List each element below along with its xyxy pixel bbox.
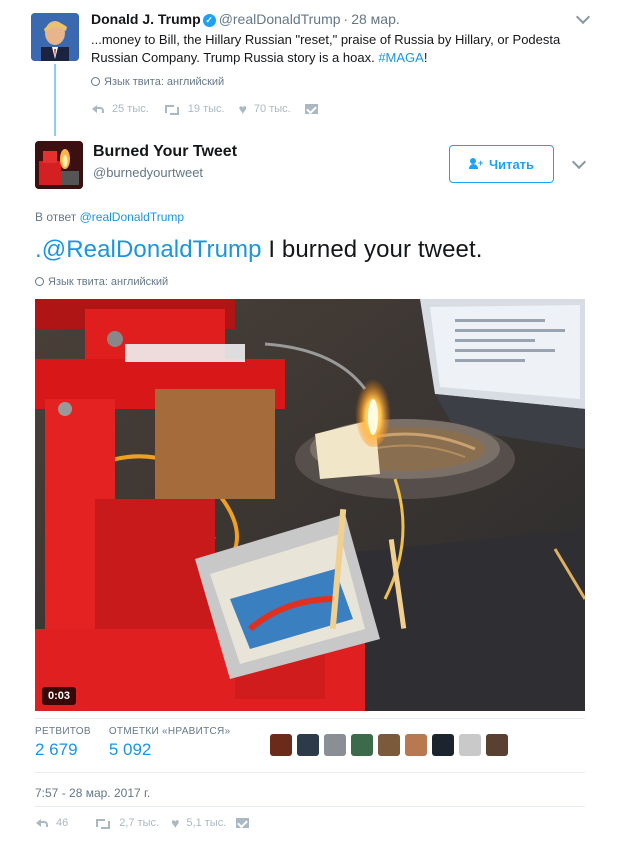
- direct-message-button[interactable]: [304, 104, 325, 114]
- reply-button[interactable]: 46: [36, 817, 68, 829]
- envelope-icon: [304, 104, 318, 114]
- liker-avatar[interactable]: [432, 734, 454, 756]
- tweet-text-end: !: [423, 50, 428, 65]
- language-label: Язык твита: английский: [48, 276, 169, 288]
- heart-icon: ♥: [238, 101, 247, 117]
- globe-icon: [91, 77, 100, 86]
- video-duration-badge: 0:03: [42, 687, 77, 705]
- envelope-icon: [236, 818, 250, 828]
- likes-count: 5 092: [108, 740, 152, 759]
- divider: [35, 718, 585, 719]
- language-note: Язык твита: английский: [35, 276, 168, 288]
- verified-icon: ✓: [202, 14, 216, 27]
- liker-avatar[interactable]: [486, 734, 508, 756]
- retweet-count: 2,7 тыс.: [119, 817, 160, 829]
- chevron-down-icon[interactable]: [571, 154, 587, 170]
- reply-to-link[interactable]: @realDonaldTrump: [80, 210, 184, 224]
- thread-line: [54, 64, 56, 136]
- retweet-button[interactable]: 19 тыс.: [163, 103, 225, 115]
- liker-avatar[interactable]: [270, 734, 292, 756]
- direct-message-button[interactable]: [236, 818, 256, 828]
- retweet-icon: [163, 104, 181, 115]
- liker-avatar[interactable]: [351, 734, 373, 756]
- globe-icon: [35, 277, 44, 286]
- tweet-date[interactable]: 28 мар.: [351, 11, 400, 27]
- chevron-down-icon[interactable]: [575, 9, 591, 25]
- reply-button[interactable]: 25 тыс.: [92, 103, 149, 115]
- liker-avatar[interactable]: [297, 734, 319, 756]
- mention-link[interactable]: .@RealDonaldTrump: [35, 236, 262, 263]
- avatar[interactable]: [31, 13, 79, 61]
- video-duration: 0:03: [48, 690, 71, 702]
- video-player[interactable]: [35, 299, 585, 711]
- reply-count: 46: [56, 817, 69, 829]
- likes-stat[interactable]: ОТМЕТКИ «НРАВИТСЯ» 5 092: [109, 726, 231, 760]
- tweet-page: Donald J. Trump ✓ @realDonaldTrump · 28 мар.…: [0, 0, 620, 855]
- reply-prefix: В ответ: [35, 210, 77, 224]
- retweet-button[interactable]: 2,7 тыс.: [94, 817, 159, 829]
- heart-icon: ♥: [171, 815, 180, 831]
- retweets-stat[interactable]: РЕТВИТОВ 2 679: [35, 726, 91, 760]
- likes-label: ОТМЕТКИ «НРАВИТСЯ»: [108, 726, 231, 737]
- retweets-count: 2 679: [35, 740, 78, 759]
- tweet-actions: 25 тыс. 19 тыс. ♥ 70 тыс.: [92, 101, 339, 117]
- language-note: Язык твита: английский: [91, 76, 224, 88]
- tweet-actions: 46 2,7 тыс. ♥ 5,1 тыс.: [36, 815, 270, 831]
- retweet-count: 19 тыс.: [187, 103, 225, 115]
- author-handle[interactable]: @burnedyourtweet: [93, 165, 203, 180]
- separator: ·: [343, 11, 349, 27]
- author-handle[interactable]: @realDonaldTrump: [219, 11, 341, 27]
- liker-avatar[interactable]: [378, 734, 400, 756]
- like-button[interactable]: ♥ 70 тыс.: [238, 101, 291, 117]
- reply-icon: [36, 818, 49, 828]
- liker-avatar[interactable]: [459, 734, 481, 756]
- liker-avatars: [270, 734, 513, 756]
- follow-label: Читать: [488, 156, 535, 172]
- reply-context: В ответ @realDonaldTrump: [35, 210, 184, 224]
- tweet-text-body: I burned your tweet.: [261, 236, 483, 263]
- video-frame: [35, 299, 585, 711]
- liker-avatar[interactable]: [324, 734, 346, 756]
- retweets-label: РЕТВИТОВ: [35, 726, 91, 737]
- reply-icon: [92, 104, 105, 114]
- tweet-timestamp[interactable]: 7:57 - 28 мар. 2017 г.: [35, 786, 150, 800]
- tweet-text-body: ...money to Bill, the Hillary Russian "r…: [91, 32, 561, 65]
- author-name[interactable]: Donald J. Trump: [91, 11, 201, 27]
- add-user-icon: +: [468, 158, 483, 170]
- tweet-text: ...money to Bill, the Hillary Russian "r…: [91, 31, 571, 67]
- avatar[interactable]: [35, 141, 83, 189]
- reply-count: 25 тыс.: [112, 103, 149, 115]
- language-label: Язык твита: английский: [104, 76, 225, 88]
- divider: [35, 772, 585, 773]
- like-button[interactable]: ♥ 5,1 тыс.: [171, 815, 227, 831]
- tweet-stats: РЕТВИТОВ 2 679 ОТМЕТКИ «НРАВИТСЯ» 5 092: [35, 726, 248, 760]
- tweet-header: Donald J. Trump ✓ @realDonaldTrump · 28 мар.: [91, 11, 400, 27]
- divider: [35, 806, 585, 807]
- author-name[interactable]: Burned Your Tweet: [93, 143, 237, 161]
- follow-button[interactable]: + Читать: [449, 145, 554, 183]
- hashtag-link[interactable]: #MAGA: [378, 50, 424, 65]
- parent-tweet[interactable]: Donald J. Trump ✓ @realDonaldTrump · 28 мар.…: [0, 0, 620, 136]
- tweet-text: .@RealDonaldTrump I burned your tweet.: [35, 236, 483, 264]
- liker-avatar[interactable]: [405, 734, 427, 756]
- like-count: 70 тыс.: [253, 103, 291, 115]
- retweet-icon: [94, 818, 112, 829]
- like-count: 5,1 тыс.: [186, 817, 227, 829]
